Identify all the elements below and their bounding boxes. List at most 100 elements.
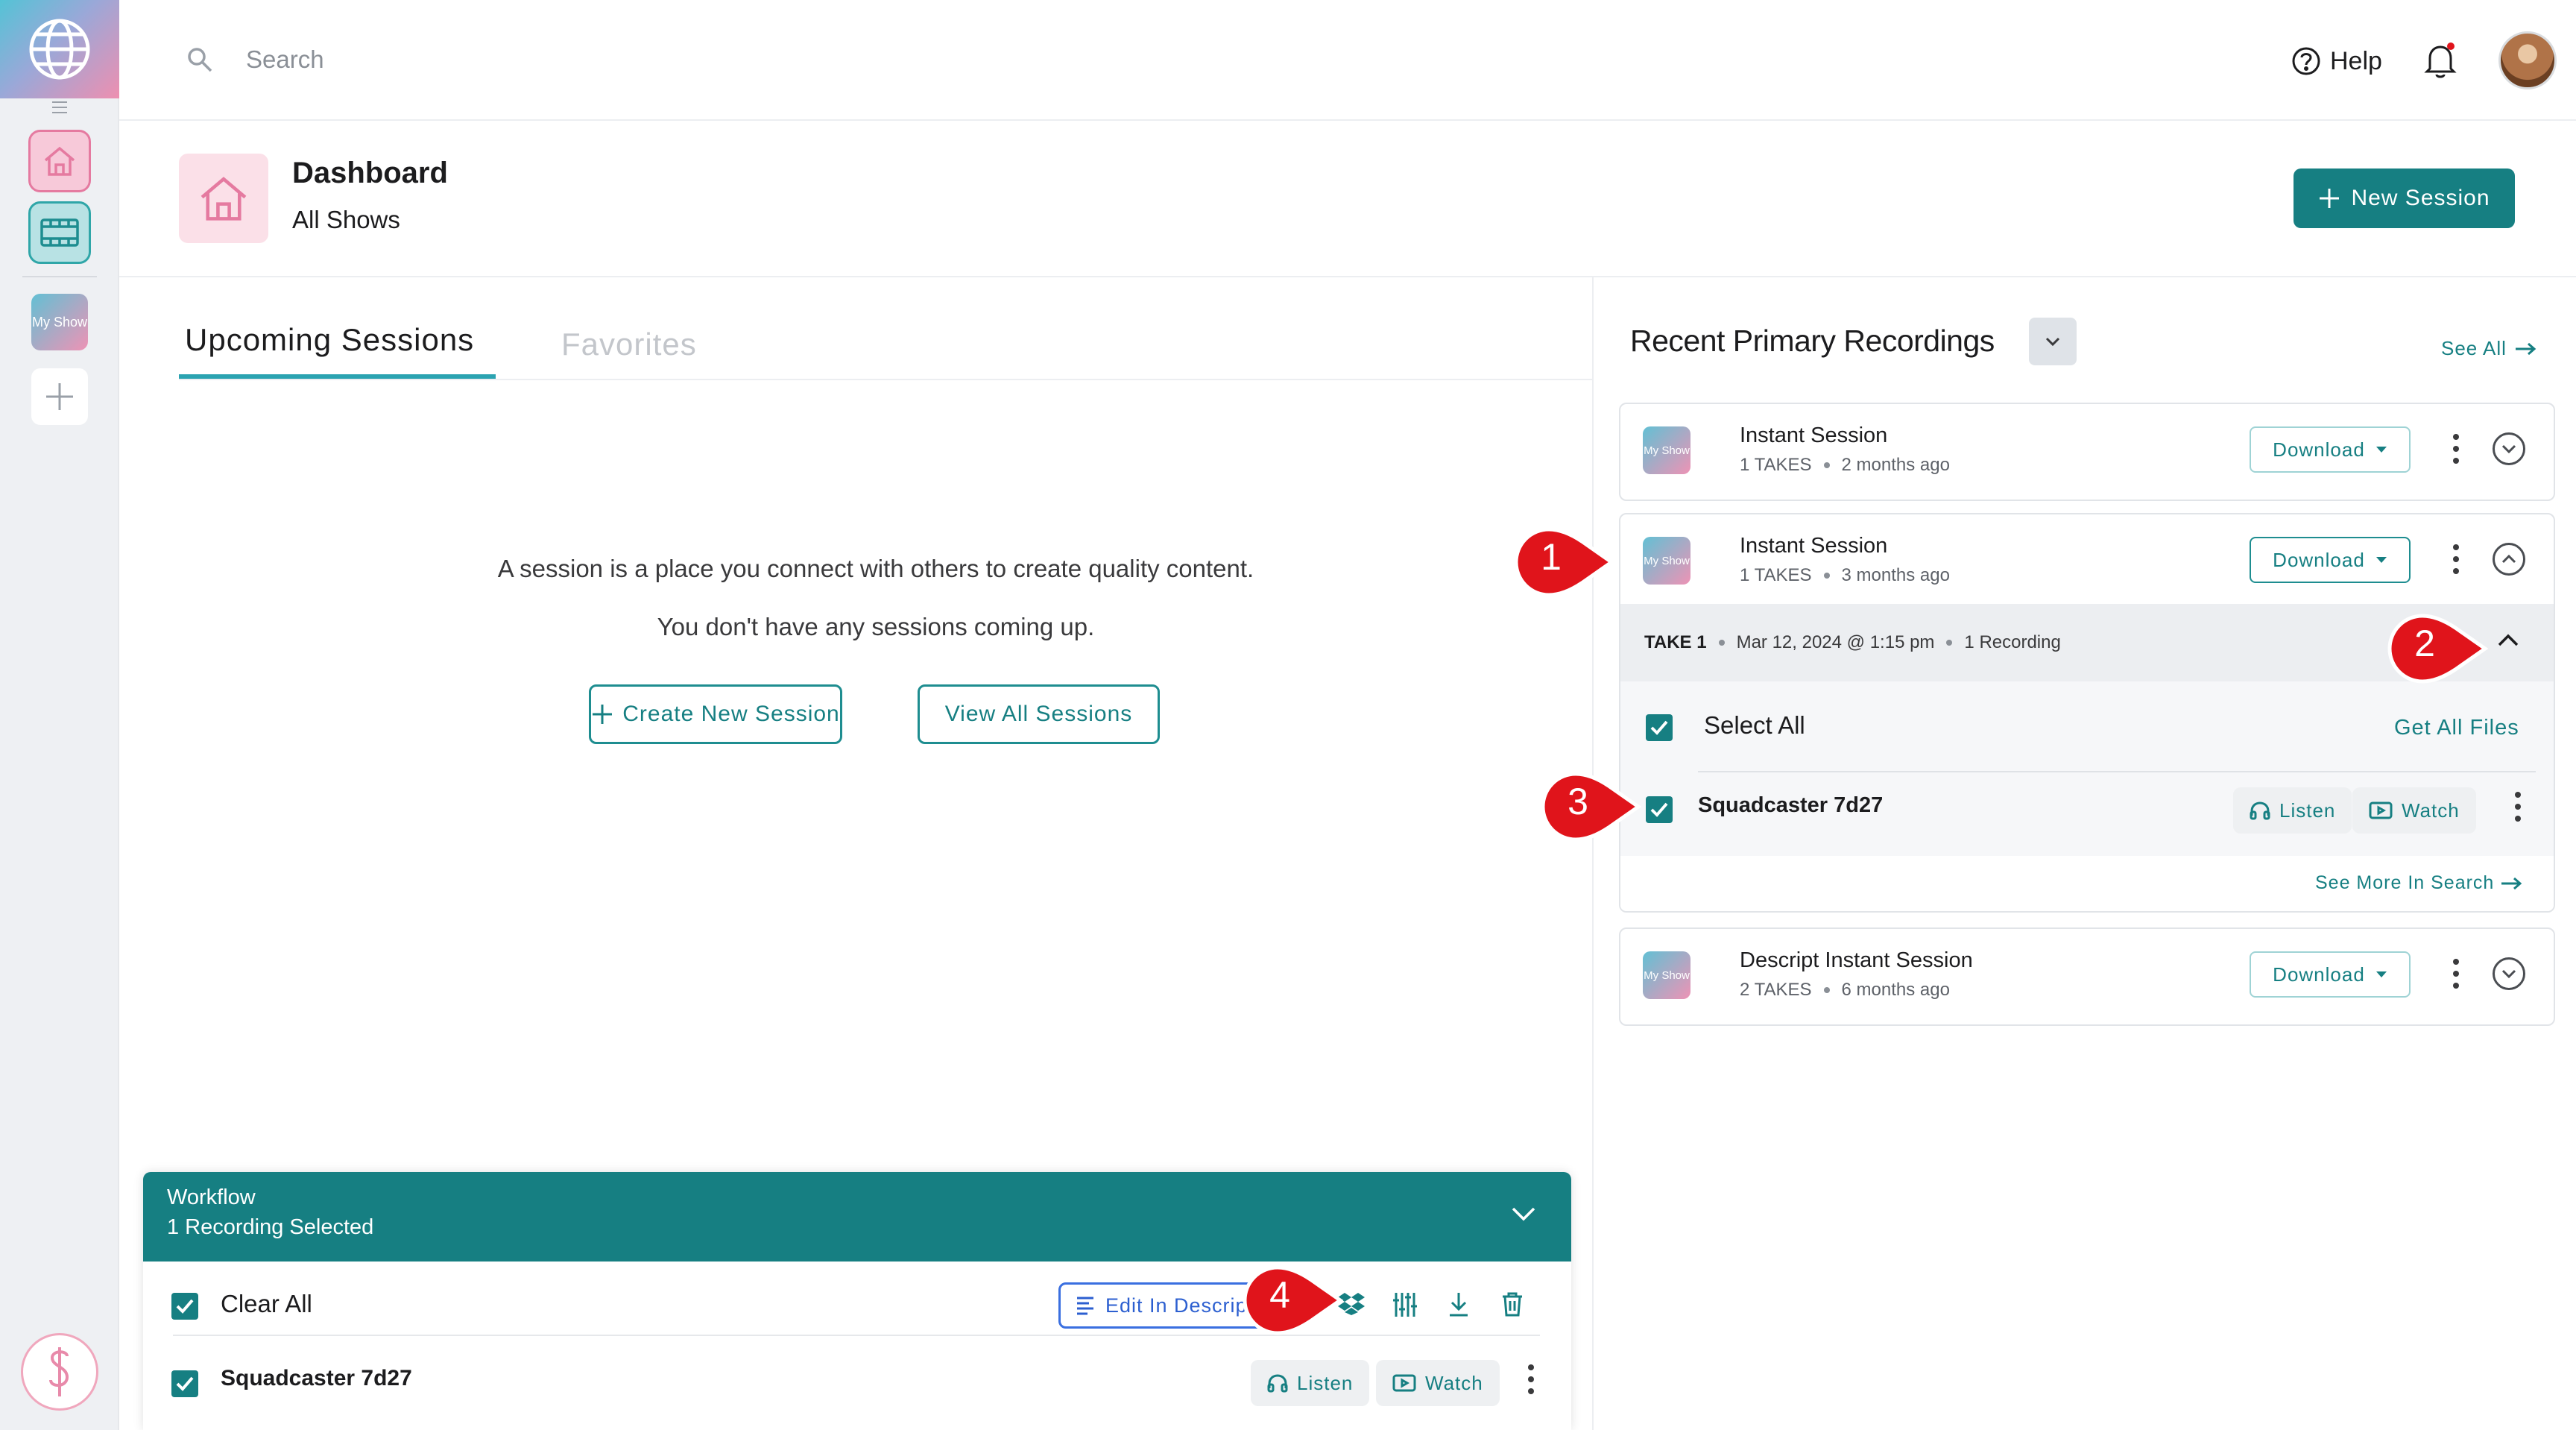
- arrow-right-icon: [2515, 342, 2536, 355]
- search-icon: [188, 48, 212, 72]
- caret-down-icon: [2375, 971, 2387, 977]
- show-thumbnail: My Show: [1643, 951, 1690, 999]
- listen-button[interactable]: Listen: [1251, 1360, 1370, 1406]
- listen-button[interactable]: Listen: [2233, 787, 2352, 834]
- more-options-icon[interactable]: [2515, 792, 2521, 822]
- annotation-marker-2: 2: [2385, 611, 2490, 686]
- annotation-marker-4: 4: [1240, 1263, 1345, 1338]
- annotation-marker-1: 1: [1512, 525, 1616, 599]
- add-show-button[interactable]: [31, 368, 88, 425]
- get-all-files-link[interactable]: Get All Files: [2394, 716, 2519, 740]
- mixer-sliders-icon[interactable]: [1392, 1291, 1418, 1318]
- workflow-title: Workflow: [167, 1185, 256, 1209]
- download-icon[interactable]: [1448, 1291, 1470, 1317]
- file-name: Squadcaster 7d27: [1698, 793, 1884, 817]
- checkmark-icon: [1650, 720, 1668, 735]
- recordings-title: Recent Primary Recordings: [1630, 324, 1995, 358]
- active-tab-indicator: [179, 374, 496, 379]
- download-button[interactable]: Download: [2250, 537, 2411, 583]
- page-title: Dashboard: [292, 157, 448, 189]
- tab-favorites[interactable]: Favorites: [561, 327, 697, 362]
- see-more-in-search-link[interactable]: See More In Search: [2315, 872, 2522, 894]
- watch-button[interactable]: Watch: [1376, 1360, 1500, 1406]
- video-icon: [2369, 801, 2393, 819]
- see-more-row: See More In Search: [1620, 856, 2554, 911]
- descript-icon: [1077, 1297, 1093, 1315]
- recordings-filter-dropdown[interactable]: [2029, 318, 2077, 365]
- recording-title: Descript Instant Session: [1740, 948, 1973, 972]
- empty-state-message: You don't have any sessions coming up.: [657, 613, 1095, 640]
- brand-logo-icon[interactable]: [21, 1333, 98, 1411]
- checkmark-icon: [176, 1376, 194, 1391]
- page-header: Dashboard All Shows New Session: [119, 121, 2576, 277]
- tab-upcoming-sessions[interactable]: Upcoming Sessions: [185, 322, 474, 358]
- notification-bell-icon[interactable]: [2422, 40, 2458, 81]
- take-details: TAKE 1 Mar 12, 2024 @ 1:15 pm 1 Recordin…: [1644, 632, 2061, 652]
- workflow-selection-count: 1 Recording Selected: [167, 1215, 374, 1239]
- edit-in-descript-button[interactable]: Edit In Descript: [1058, 1282, 1267, 1329]
- search-input[interactable]: [246, 39, 768, 81]
- globe-logo-icon[interactable]: [0, 0, 119, 98]
- help-label: Help: [2330, 46, 2382, 75]
- chevron-up-icon[interactable]: [2496, 632, 2520, 649]
- recording-meta: 1 TAKES 2 months ago: [1740, 455, 1950, 475]
- drag-handle-icon[interactable]: [52, 101, 67, 113]
- workflow-panel: Workflow 1 Recording Selected Clear All …: [143, 1172, 1571, 1430]
- take-files: Select All Get All Files Squadcaster 7d2…: [1620, 681, 2554, 856]
- recording-card[interactable]: My Show Instant Session 1 TAKES 2 months …: [1619, 403, 2555, 501]
- more-options-icon[interactable]: [2453, 959, 2459, 989]
- empty-state-description: A session is a place you connect with ot…: [497, 555, 1254, 582]
- file-checkbox[interactable]: [171, 1370, 198, 1397]
- download-button[interactable]: Download: [2250, 951, 2411, 998]
- show-thumbnail: My Show: [1643, 537, 1690, 585]
- recording-meta: 1 TAKES 3 months ago: [1740, 565, 1950, 585]
- nav-home-button[interactable]: [28, 130, 91, 192]
- files-divider: [1698, 771, 2536, 772]
- caret-down-icon: [2375, 447, 2387, 453]
- nav-library-button[interactable]: [28, 201, 91, 264]
- plus-icon: [593, 705, 613, 724]
- recording-meta: 2 TAKES 6 months ago: [1740, 980, 1950, 1000]
- top-bar: Help: [119, 0, 2576, 121]
- create-new-session-button[interactable]: Create New Session: [589, 684, 842, 744]
- help-button[interactable]: Help: [2291, 40, 2382, 82]
- download-button[interactable]: Download: [2250, 426, 2411, 473]
- headphones-icon: [2250, 801, 2270, 820]
- select-all-label: Select All: [1704, 711, 1805, 739]
- more-options-icon[interactable]: [2453, 434, 2459, 464]
- new-session-button[interactable]: New Session: [2294, 168, 2515, 228]
- chevron-down-icon: [2045, 337, 2060, 347]
- watch-button[interactable]: Watch: [2352, 787, 2476, 834]
- view-all-sessions-button[interactable]: View All Sessions: [918, 684, 1160, 744]
- file-name: Squadcaster 7d27: [221, 1366, 412, 1390]
- expand-chevron-icon[interactable]: [2493, 432, 2525, 465]
- recording-card-expanded[interactable]: My Show Instant Session 1 TAKES 3 months …: [1619, 513, 2555, 913]
- help-icon: [2292, 47, 2320, 75]
- recording-card[interactable]: My Show Descript Instant Session 2 TAKES…: [1619, 927, 2555, 1026]
- left-rail: My Show: [0, 0, 119, 1430]
- headphones-icon: [1267, 1374, 1288, 1393]
- clear-all-checkbox[interactable]: [171, 1293, 198, 1320]
- recording-title: Instant Session: [1740, 534, 1888, 558]
- chevron-down-icon[interactable]: [1510, 1205, 1537, 1223]
- page-subtitle: All Shows: [292, 206, 400, 233]
- show-my-show[interactable]: My Show: [31, 294, 88, 350]
- clear-all-label: Clear All: [221, 1290, 312, 1317]
- checkmark-icon: [1650, 802, 1668, 817]
- expand-chevron-icon[interactable]: [2493, 957, 2525, 990]
- select-all-checkbox[interactable]: [1646, 714, 1673, 741]
- plus-icon: [46, 383, 73, 410]
- user-avatar[interactable]: [2498, 31, 2557, 89]
- trash-icon[interactable]: [1501, 1291, 1524, 1317]
- more-options-icon[interactable]: [2453, 544, 2459, 574]
- more-options-icon[interactable]: [1528, 1364, 1534, 1394]
- collapse-chevron-icon[interactable]: [2493, 543, 2525, 576]
- see-all-link[interactable]: See All: [2441, 337, 2536, 360]
- home-icon: [44, 146, 75, 176]
- rail-divider: [22, 276, 97, 277]
- annotation-marker-3: 3: [1538, 769, 1643, 844]
- film-strip-icon: [40, 218, 79, 247]
- file-checkbox[interactable]: [1646, 796, 1673, 823]
- workflow-header[interactable]: Workflow 1 Recording Selected: [143, 1172, 1571, 1262]
- recording-title: Instant Session: [1740, 423, 1888, 447]
